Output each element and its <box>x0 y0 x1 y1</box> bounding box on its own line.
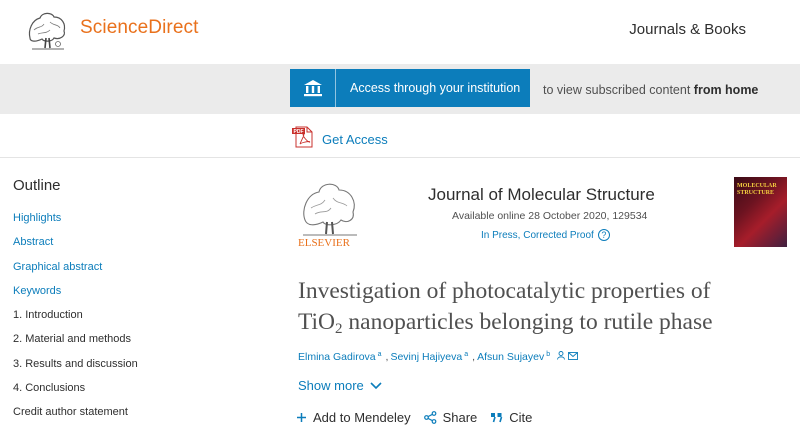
access-note-text: to view subscribed content <box>543 83 691 97</box>
elsevier-publisher-logo[interactable]: ELSEVIER <box>297 176 363 249</box>
article-title: Investigation of photocatalytic properti… <box>298 276 788 345</box>
share-icon <box>423 411 437 424</box>
mendeley-label: Add to Mendeley <box>313 410 411 425</box>
author-list: Elmina Gadirova a, Sevinj Hajiyeva a, Afsu… <box>298 351 579 363</box>
outline-list: Highlights Abstract Graphical abstract K… <box>13 211 138 429</box>
add-to-mendeley-button[interactable]: Add to Mendeley <box>296 410 411 425</box>
brand-name[interactable]: ScienceDirect <box>80 17 199 39</box>
svg-text:PDF: PDF <box>294 129 304 135</box>
outline-item-keywords[interactable]: Keywords <box>13 284 138 308</box>
access-note-bold: from home <box>693 83 759 97</box>
elsevier-tree-logo[interactable] <box>24 8 70 52</box>
outline-item-graphical-abstract[interactable]: Graphical abstract <box>13 260 138 284</box>
outline-item-highlights[interactable]: Highlights <box>13 211 138 235</box>
author-link[interactable]: Afsun Sujayev b <box>477 351 550 363</box>
share-button[interactable]: Share <box>423 410 478 425</box>
author-link[interactable]: Elmina Gadirova a <box>298 351 382 363</box>
in-press-label: In Press, Corrected Proof <box>481 229 594 241</box>
outline-item-material-methods[interactable]: 2. Material and methods <box>13 332 138 356</box>
publisher-wordmark: ELSEVIER <box>298 237 351 248</box>
show-more-label: Show more <box>298 378 364 393</box>
access-institution-button[interactable]: Access through your institution <box>290 69 530 107</box>
show-more-toggle[interactable]: Show more <box>298 378 382 393</box>
help-icon[interactable]: ? <box>597 229 610 241</box>
cover-title: MOLECULAR STRUCTURE <box>737 183 777 196</box>
outline-item-conclusions[interactable]: 4. Conclusions <box>13 381 138 405</box>
available-online-date: Available online 28 October 2020, 129534 <box>452 210 648 222</box>
quote-icon <box>490 412 503 423</box>
outline-item-credit-author[interactable]: Credit author statement <box>13 405 138 429</box>
get-access-link[interactable]: PDF Get Access <box>292 125 388 154</box>
author-link[interactable]: Sevinj Hajiyeva a <box>390 351 468 363</box>
outline-item-introduction[interactable]: 1. Introduction <box>13 308 138 332</box>
article-actions: Add to Mendeley Share Cite <box>296 410 545 425</box>
outline-item-results-discussion[interactable]: 3. Results and discussion <box>13 357 138 381</box>
journal-title[interactable]: Journal of Molecular Structure <box>428 185 655 205</box>
pdf-icon: PDF <box>292 125 314 154</box>
access-band: Access through your institution to view … <box>0 64 800 114</box>
journal-cover-image[interactable]: MOLECULAR STRUCTURE <box>734 177 787 247</box>
person-icon[interactable] <box>557 351 566 363</box>
article-title-line1: Investigation of photocatalytic properti… <box>298 278 711 304</box>
article-title-line2: TiO2 nanoparticles belonging to rutile p… <box>298 309 713 337</box>
cite-label: Cite <box>509 410 533 425</box>
plus-icon <box>296 412 307 423</box>
cite-button[interactable]: Cite <box>490 410 532 425</box>
institution-icon <box>290 69 336 107</box>
header-divider <box>0 157 800 158</box>
outline-item-abstract[interactable]: Abstract <box>13 235 138 259</box>
journals-books-link[interactable]: Journals & Books <box>629 21 746 38</box>
share-label: Share <box>442 410 478 425</box>
email-icon[interactable] <box>568 351 579 363</box>
access-button-label: Access through your institution <box>350 81 521 95</box>
site-header: ScienceDirect Journals & Books <box>0 0 800 64</box>
outline-title: Outline <box>13 177 61 194</box>
in-press-status[interactable]: In Press, Corrected Proof ? <box>481 229 610 241</box>
get-access-label: Get Access <box>322 132 388 147</box>
chevron-down-icon <box>370 381 382 389</box>
access-note: to view subscribed content from home <box>543 83 758 97</box>
